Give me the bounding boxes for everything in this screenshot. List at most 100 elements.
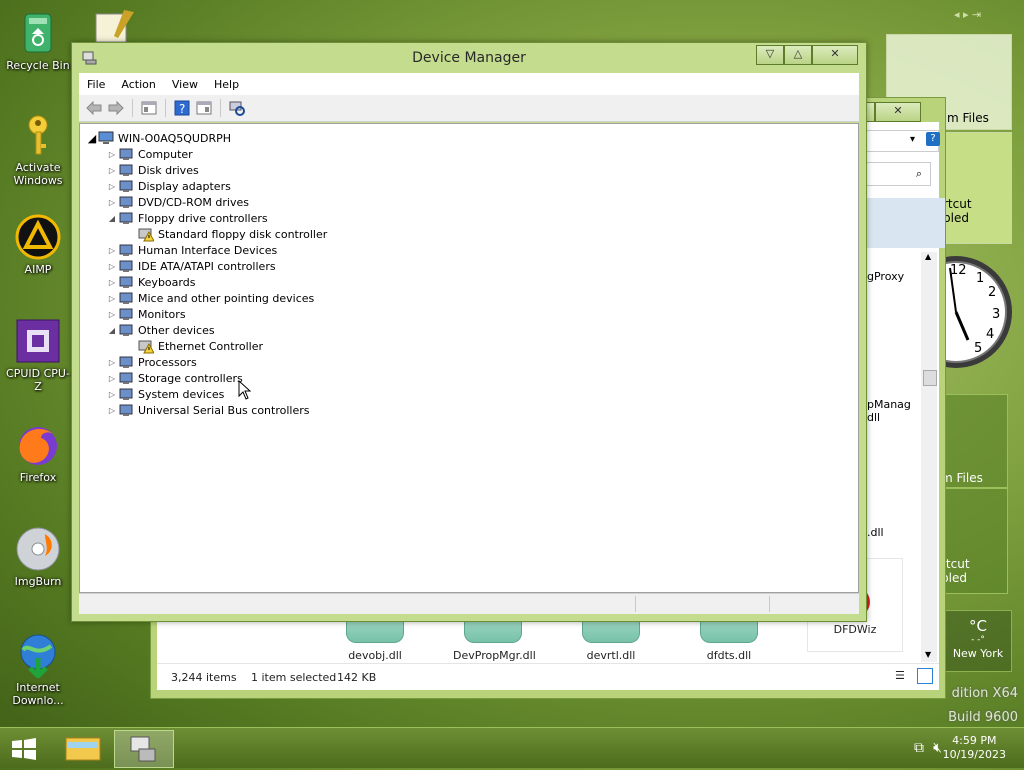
notepad-desktop-icon[interactable]	[94, 10, 134, 43]
collapsed-arrow-icon[interactable]: ▷	[106, 146, 118, 162]
collapsed-arrow-icon[interactable]: ▷	[106, 162, 118, 178]
tree-category[interactable]: ▷ Processors	[106, 354, 197, 370]
collapsed-arrow-icon[interactable]: ▷	[106, 290, 118, 306]
usb-icon	[118, 402, 134, 418]
properties-icon[interactable]	[195, 99, 213, 117]
tree-device-item[interactable]: Ethernet Controller	[126, 338, 263, 354]
collapsed-arrow-icon[interactable]: ▷	[106, 386, 118, 402]
collapsed-arrow-icon[interactable]: ▷	[106, 242, 118, 258]
scan-hardware-icon[interactable]	[228, 99, 246, 117]
menu-bar: File Action View Help	[79, 73, 859, 95]
desktop-icon-imgburn[interactable]: ImgBurn	[4, 526, 72, 588]
globe-download-icon	[15, 632, 61, 680]
desktop-icon-idm[interactable]: Internet Downlo...	[4, 632, 72, 707]
scroll-up-icon[interactable]: ▲	[925, 252, 931, 261]
tree-category[interactable]: ▷ Disk drives	[106, 162, 199, 178]
desktop-icon-firefox[interactable]: Firefox	[4, 422, 72, 484]
explorer-address-end[interactable]: ▾ ?	[865, 130, 940, 152]
menu-file[interactable]: File	[79, 78, 113, 91]
computer-icon	[98, 130, 114, 146]
forward-icon[interactable]	[107, 99, 125, 117]
svg-text:?: ?	[179, 102, 185, 116]
collapsed-arrow-icon[interactable]: ▷	[106, 370, 118, 386]
network-icon[interactable]: ⧉	[914, 740, 924, 756]
tree-category[interactable]: ◢ Floppy drive controllers	[106, 210, 268, 226]
search-icon: ⌕	[915, 167, 922, 180]
status-section	[635, 596, 636, 612]
chevron-down-icon[interactable]: ▾	[910, 134, 915, 145]
desktop-icon-recycle-bin[interactable]: Recycle Bin	[4, 10, 72, 72]
weather-gadget[interactable]: °C - -° New York	[944, 610, 1012, 672]
processor-icon	[118, 354, 134, 370]
taskbar-file-explorer[interactable]	[54, 730, 112, 766]
help-icon[interactable]: ?	[173, 99, 191, 117]
collapsed-arrow-icon[interactable]: ▷	[106, 274, 118, 290]
file-label-proxy: gProxy	[867, 270, 905, 283]
expanded-arrow-icon[interactable]: ◢	[106, 322, 118, 338]
tree-category[interactable]: ▷ Storage controllers	[106, 370, 243, 386]
tree-category[interactable]: ▷ DVD/CD-ROM drives	[106, 194, 249, 210]
show-hide-console-tree-icon[interactable]	[140, 99, 158, 117]
expanded-arrow-icon[interactable]: ◢	[106, 210, 118, 226]
tree-category[interactable]: ▷ Display adapters	[106, 178, 231, 194]
collapsed-arrow-icon[interactable]: ▷	[106, 306, 118, 322]
file-label-dll: .dll	[867, 526, 884, 539]
collapsed-arrow-icon[interactable]: ▷	[106, 178, 118, 194]
desktop-icon-label: Internet Downlo...	[12, 681, 64, 707]
explorer-search-box[interactable]: ⌕	[865, 162, 931, 186]
tree-category[interactable]: ▷ Keyboards	[106, 274, 196, 290]
maximize-button[interactable]: △	[784, 45, 812, 65]
back-icon[interactable]	[85, 99, 103, 117]
tree-category[interactable]: ▷ Human Interface Devices	[106, 242, 277, 258]
disk-drive-icon	[118, 162, 134, 178]
explorer-close-button[interactable]: ✕	[875, 102, 921, 122]
help-icon[interactable]: ?	[926, 132, 940, 146]
scrollbar-thumb[interactable]	[923, 370, 937, 386]
details-view-icon[interactable]: ☰	[895, 669, 905, 682]
collapsed-arrow-icon[interactable]: ▷	[106, 194, 118, 210]
explorer-scrollbar[interactable]: ▲ ▼	[921, 252, 937, 662]
tree-category[interactable]: ▷ Computer	[106, 146, 193, 162]
tree-root[interactable]: ◢ WIN-O0AQ5QUDRPH	[86, 130, 231, 146]
menu-help[interactable]: Help	[206, 78, 247, 91]
tree-device-item[interactable]: Standard floppy disk controller	[126, 226, 327, 242]
computer-icon	[118, 146, 134, 162]
tree-item-label: System devices	[138, 387, 225, 401]
expanded-arrow-icon[interactable]: ◢	[86, 130, 98, 146]
volume-muted-icon[interactable]: 🔇︎	[933, 740, 942, 756]
desktop-icon-cpuz[interactable]: CPUID CPU-Z	[4, 318, 72, 393]
tiles-view-icon[interactable]	[917, 668, 933, 684]
device-manager-window[interactable]: Device Manager ▽ △ ✕ File Action View He…	[71, 42, 867, 622]
desktop-icon-aimp[interactable]: AIMP	[4, 214, 72, 276]
svg-text:5: 5	[974, 341, 982, 356]
taskbar-device-manager[interactable]	[114, 730, 174, 768]
file-name: dfdts.dll	[706, 649, 752, 662]
tree-category[interactable]: ▷ Monitors	[106, 306, 186, 322]
tree-item-label: Universal Serial Bus controllers	[138, 403, 310, 417]
toolbar-separator	[132, 99, 133, 117]
menu-action[interactable]: Action	[113, 78, 163, 91]
collapsed-arrow-icon[interactable]: ▷	[106, 354, 118, 370]
tree-category[interactable]: ▷ IDE ATA/ATAPI controllers	[106, 258, 276, 274]
menu-view[interactable]: View	[164, 78, 206, 91]
close-button[interactable]: ✕	[812, 45, 858, 65]
tree-item-label: IDE ATA/ATAPI controllers	[138, 259, 276, 273]
tree-category[interactable]: ▷ Universal Serial Bus controllers	[106, 402, 310, 418]
tree-category[interactable]: ▷ System devices	[106, 386, 224, 402]
collapsed-arrow-icon[interactable]: ▷	[106, 258, 118, 274]
tree-item-label: Disk drives	[138, 163, 199, 177]
gadget-text: bled	[943, 211, 969, 225]
file-label-manag-ext: dll	[867, 411, 881, 424]
start-button[interactable]	[10, 738, 38, 760]
desktop-icon-activate-windows[interactable]: Activate Windows	[4, 112, 72, 187]
scroll-down-icon[interactable]: ▼	[925, 650, 931, 659]
minimize-button[interactable]: ▽	[756, 45, 784, 65]
device-tree[interactable]: ◢ WIN-O0AQ5QUDRPH ▷ Computer ▷ Disk drives ▷…	[79, 123, 859, 593]
gadget-nav-icons[interactable]: ◂ ▸ ⇥	[954, 8, 981, 21]
tree-category[interactable]: ◢ Other devices	[106, 322, 215, 338]
tree-item-label: Processors	[138, 355, 197, 369]
mouse-icon	[118, 290, 134, 306]
tree-category[interactable]: ▷ Mice and other pointing devices	[106, 290, 314, 306]
tray-clock[interactable]: 4:59 PM 10/19/2023	[943, 734, 1006, 762]
collapsed-arrow-icon[interactable]: ▷	[106, 402, 118, 418]
